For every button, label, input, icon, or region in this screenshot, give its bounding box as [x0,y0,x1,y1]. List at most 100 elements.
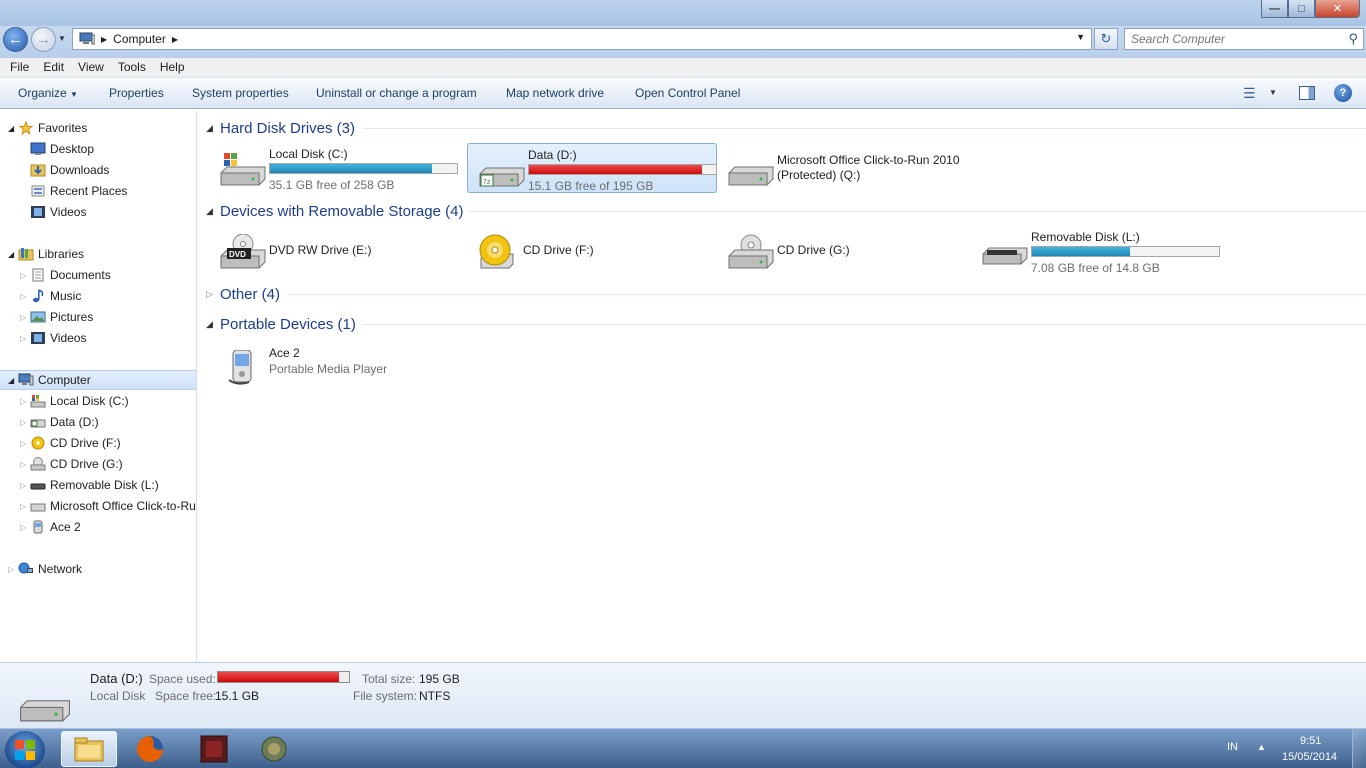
drive-name-line1: Microsoft Office Click-to-Run 2010 [777,153,960,167]
collapse-arrow-icon[interactable]: ▷ [20,460,30,469]
start-button[interactable] [5,731,45,768]
menu-edit[interactable]: Edit [36,58,71,77]
nav-cd-drive-f[interactable]: ▷ CD Drive (F:) [20,433,121,453]
minimize-button[interactable]: — [1261,0,1288,18]
details-total-size-label: Total size: [362,672,416,686]
menu-help[interactable]: Help [153,58,192,77]
group-header-removable-storage[interactable]: ◢ Devices with Removable Storage (4) [206,202,463,220]
recent-pages-dropdown[interactable]: ▼ [58,34,66,43]
group-header-portable-devices[interactable]: ◢ Portable Devices (1) [206,315,356,333]
menu-file[interactable]: File [3,58,36,77]
collapse-arrow-icon[interactable]: ▷ [20,313,30,322]
nav-favorites[interactable]: ◢ Favorites [8,118,87,138]
expand-arrow-icon[interactable]: ◢ [8,124,18,133]
address-bar[interactable]: ▶ Computer ▶ ▼ [72,28,1092,50]
maximize-button[interactable]: □ [1288,0,1315,18]
expand-arrow-icon[interactable]: ◢ [8,250,18,259]
action-center-flag-icon[interactable]: ▲ [1257,742,1266,752]
search-input[interactable] [1131,32,1331,46]
organize-label: Organize [18,86,67,100]
breadcrumb-chevron-icon[interactable]: ▶ [172,35,178,44]
nav-libraries[interactable]: ◢ Libraries [8,244,84,264]
group-title: Portable Devices (1) [220,315,356,333]
collapse-group-icon[interactable]: ◢ [206,206,220,217]
collapse-group-icon[interactable]: ◢ [206,123,220,134]
breadcrumb-computer[interactable]: Computer [113,32,166,46]
menu-view[interactable]: View [71,58,111,77]
drive-tile-l[interactable]: Removable Disk (L:) 7.08 GB free of 14.8… [971,226,1221,276]
address-history-dropdown[interactable]: ▼ [1076,32,1085,42]
nav-downloads[interactable]: Downloads [30,160,109,180]
nav-pictures-label: Pictures [50,310,94,324]
nav-desktop[interactable]: Desktop [30,139,94,159]
close-button[interactable]: ✕ [1315,0,1360,18]
drive-tile-g[interactable]: CD Drive (G:) [717,226,967,276]
collapse-arrow-icon[interactable]: ▷ [20,523,30,532]
taskbar-app-3[interactable] [186,731,242,767]
group-header-other[interactable]: ▷ Other (4) [206,285,280,303]
nav-recent-places[interactable]: Recent Places [30,181,127,201]
search-box[interactable]: ⚲ [1124,28,1364,50]
expand-arrow-icon[interactable]: ◢ [8,376,18,385]
clock-date[interactable]: 15/05/2014 [1282,751,1337,763]
language-indicator[interactable]: IN [1227,741,1238,753]
nav-music[interactable]: ▷ Music [20,286,81,306]
drive-tile-d[interactable]: 7z Data (D:) 15.1 GB free of 195 GB [467,143,717,193]
change-view-icon[interactable]: ☰ [1243,85,1256,102]
uninstall-program-button[interactable]: Uninstall or change a program [316,86,477,100]
collapse-arrow-icon[interactable]: ▷ [20,481,30,490]
nav-ace-2[interactable]: ▷ Ace 2 [20,517,81,537]
collapse-arrow-icon[interactable]: ▷ [8,565,18,574]
nav-data-d[interactable]: ▷ Data (D:) [20,412,99,432]
nav-cd-drive-g[interactable]: ▷ CD Drive (G:) [20,454,123,474]
system-properties-button[interactable]: System properties [192,86,289,100]
drive-tile-c[interactable]: Local Disk (C:) 35.1 GB free of 258 GB [209,143,459,193]
menu-tools[interactable]: Tools [111,58,153,77]
breadcrumb-separator[interactable]: ▶ [101,35,107,44]
show-desktop-button[interactable] [1352,729,1366,768]
firefox-icon [137,736,163,762]
cd-disc-icon [479,234,514,269]
nav-office-q[interactable]: ▷ Microsoft Office Click-to-Run 2010 (Pr… [20,496,196,516]
drive-tile-f[interactable]: CD Drive (F:) [463,226,713,276]
nav-documents[interactable]: ▷ Documents [20,265,111,285]
device-tile-ace-2[interactable]: Ace 2 Portable Media Player [209,342,459,392]
refresh-button[interactable]: ↻ [1094,28,1118,50]
collapse-arrow-icon[interactable]: ▷ [20,418,30,427]
expand-group-icon[interactable]: ▷ [206,289,220,300]
taskbar-firefox[interactable] [122,731,178,767]
clock-time[interactable]: 9:51 [1300,735,1321,747]
search-icon[interactable]: ⚲ [1348,31,1358,47]
map-network-drive-button[interactable]: Map network drive [506,86,604,100]
open-control-panel-button[interactable]: Open Control Panel [635,86,740,100]
details-file-system-value: NTFS [419,689,451,703]
forward-button[interactable]: → [31,27,56,52]
nav-computer[interactable]: ◢ Computer [0,370,196,390]
collapse-arrow-icon[interactable]: ▷ [20,271,30,280]
preview-pane-button[interactable] [1299,86,1315,100]
collapse-arrow-icon[interactable]: ▷ [20,397,30,406]
collapse-arrow-icon[interactable]: ▷ [20,502,30,511]
nav-lib-videos[interactable]: ▷ Videos [20,328,86,348]
nav-pictures[interactable]: ▷ Pictures [20,307,93,327]
nav-network[interactable]: ▷ Network [8,559,82,579]
collapse-group-icon[interactable]: ◢ [206,319,220,330]
drive-tile-q[interactable]: Microsoft Office Click-to-Run 2010 (Prot… [717,143,1017,193]
view-options-dropdown[interactable]: ▼ [1269,88,1277,97]
help-button[interactable]: ? [1334,84,1352,102]
nav-local-disk-c[interactable]: ▷ Local Disk (C:) [20,391,129,411]
organize-button[interactable]: Organize ▼ [18,86,78,100]
taskbar-app-4[interactable] [246,731,302,767]
collapse-arrow-icon[interactable]: ▷ [20,439,30,448]
collapse-arrow-icon[interactable]: ▷ [20,292,30,301]
drive-tile-e[interactable]: DVD DVD RW Drive (E:) [209,226,459,276]
nav-removable-l[interactable]: ▷ Removable Disk (L:) [20,475,159,495]
drive-name-line2: (Protected) (Q:) [777,168,861,182]
folder-icon [74,737,104,762]
collapse-arrow-icon[interactable]: ▷ [20,334,30,343]
taskbar-explorer[interactable] [61,731,117,767]
nav-fav-videos[interactable]: Videos [30,202,86,222]
properties-button[interactable]: Properties [109,86,164,100]
back-button[interactable]: ← [3,27,28,52]
group-header-hard-disk-drives[interactable]: ◢ Hard Disk Drives (3) [206,119,355,137]
